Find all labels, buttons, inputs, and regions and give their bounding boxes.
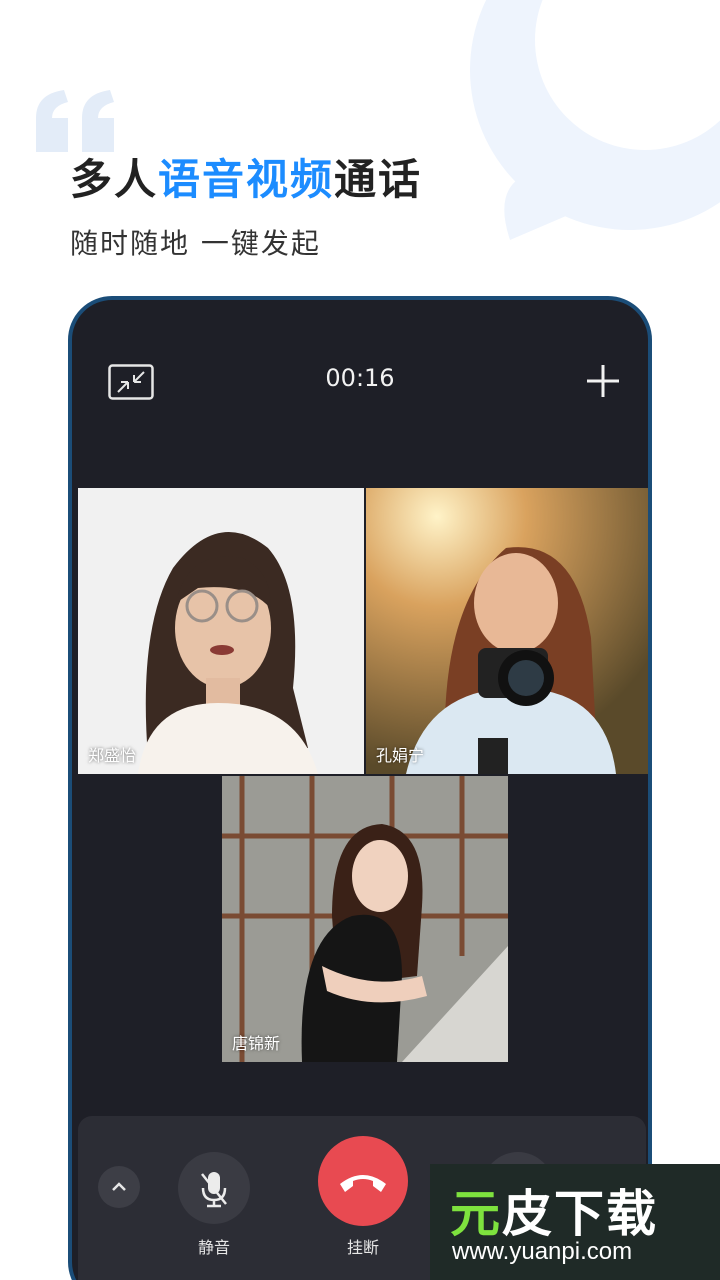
- phone-mockup: 00:16 郑盛怡 孔娟宁 唐锦新 静音 挂断: [68, 296, 652, 1280]
- watermark-url: www.yuanpi.com: [452, 1238, 633, 1265]
- mute-button[interactable]: [178, 1152, 250, 1224]
- headline-part1: 多人: [70, 155, 159, 204]
- participant-video-image: [366, 488, 648, 774]
- plus-icon[interactable]: [584, 362, 622, 400]
- call-topbar: 00:16: [72, 358, 648, 406]
- chevron-up-icon: [112, 1182, 126, 1191]
- headline: 多人语音视频通话: [70, 146, 422, 207]
- participant-name: 郑盛怡: [88, 746, 137, 765]
- headline-part2: 通话: [334, 155, 423, 204]
- video-tile[interactable]: 郑盛怡: [78, 488, 364, 774]
- participant-video-image: [78, 488, 364, 774]
- background-logo-decoration: [470, 0, 720, 240]
- expand-controls-button[interactable]: [98, 1166, 140, 1208]
- watermark-title: 元皮下载: [450, 1174, 658, 1246]
- video-tile[interactable]: 孔娟宁: [366, 488, 648, 774]
- subline: 随时随地 一键发起: [70, 227, 321, 260]
- hangup-label: 挂断: [346, 1238, 379, 1257]
- participant-name: 孔娟宁: [376, 746, 425, 765]
- mic-off-icon: [201, 1172, 227, 1208]
- headline-accent: 语音视频: [158, 155, 335, 204]
- video-tile[interactable]: 唐锦新: [222, 776, 508, 1062]
- mute-label: 静音: [197, 1238, 230, 1257]
- participant-video-image: [222, 776, 508, 1062]
- hangup-button[interactable]: [318, 1136, 408, 1226]
- watermark-title-green: 元: [450, 1185, 502, 1243]
- promo-page: 多人语音视频通话 随时随地 一键发起 00:16 郑盛怡 孔娟宁 唐锦新 静音 …: [0, 0, 720, 1280]
- watermark-logo: 元皮下载 www.yuanpi.com: [430, 1164, 720, 1280]
- phone-hangup-icon: [340, 1175, 386, 1192]
- call-timer: 00:16: [325, 364, 395, 392]
- participant-name: 唐锦新: [232, 1034, 281, 1053]
- watermark-title-white: 皮下载: [502, 1185, 658, 1243]
